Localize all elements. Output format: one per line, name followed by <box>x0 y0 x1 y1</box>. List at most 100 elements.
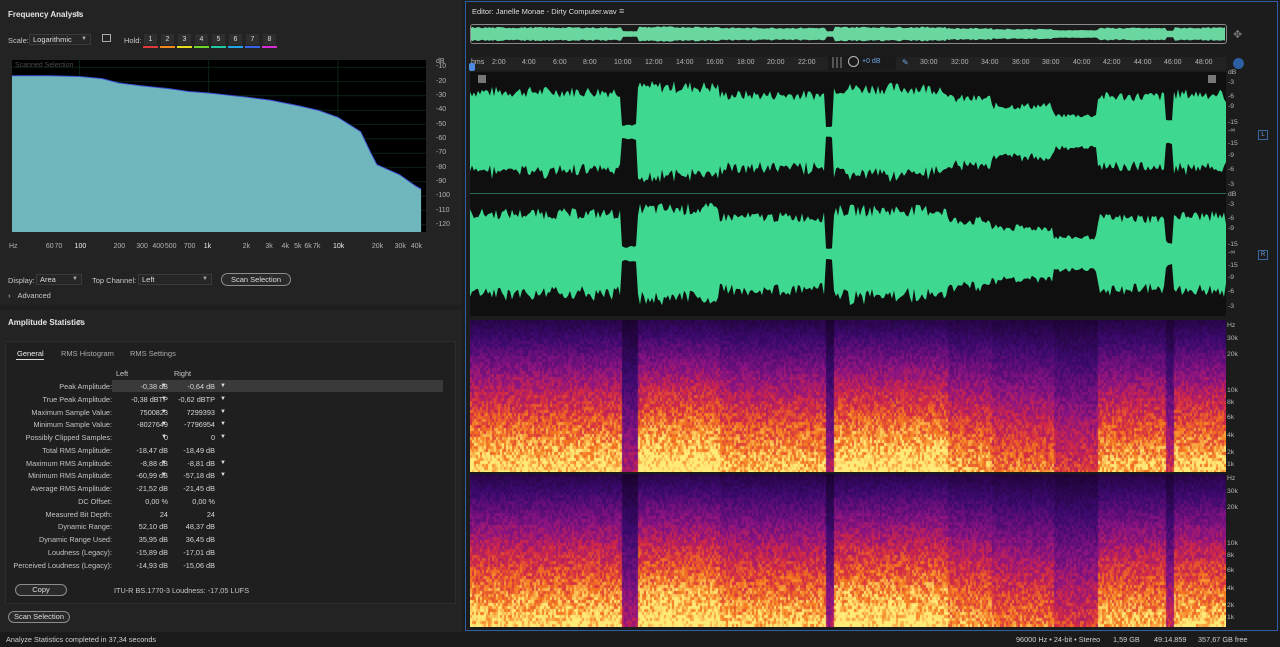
marker-icon[interactable]: ▼ <box>220 457 226 470</box>
tab-rms-settings[interactable]: RMS Settings <box>130 349 176 358</box>
hold-button-5[interactable]: 5 <box>212 34 225 45</box>
hold-button-6[interactable]: 6 <box>229 34 242 45</box>
headphones-icon[interactable] <box>1233 58 1244 69</box>
scale-value: Logarithmic <box>33 35 72 44</box>
panel-menu-icon[interactable]: ≡ <box>77 317 82 327</box>
marker-icon[interactable]: ▼ <box>161 418 167 431</box>
marker-icon[interactable]: ▼ <box>220 431 226 444</box>
ruler-tick: 48:00 <box>1195 59 1213 66</box>
channel-right-badge[interactable]: R <box>1258 250 1268 260</box>
stat-right-value: 0 <box>210 433 215 442</box>
hold-button-8[interactable]: 8 <box>263 34 276 45</box>
hz-tick: 20k <box>371 243 384 250</box>
stat-left-value: 0,00 % <box>145 496 168 506</box>
stat-left-value: -8027649 <box>137 420 168 430</box>
stat-right-value: 36,45 dB <box>185 535 215 544</box>
top-channel-value: Left <box>142 275 155 284</box>
fade-out-handle[interactable] <box>1208 75 1216 83</box>
scan-selection-button[interactable]: Scan Selection <box>221 273 291 286</box>
hold-color-bar <box>211 46 226 48</box>
stat-left-value: -60,99 dB <box>136 471 168 481</box>
waveform-view[interactable] <box>470 72 1226 316</box>
zoom-icon[interactable]: ✥ <box>1233 28 1242 41</box>
marker-icon[interactable]: ▼ <box>220 393 226 406</box>
hold-button-2[interactable]: 2 <box>161 34 174 45</box>
marker-icon[interactable]: ▼ <box>161 406 167 419</box>
stat-row: Perceived Loudness (Legacy): -14,93 dB -15… <box>10 559 444 572</box>
db-tick: -50 <box>436 120 447 128</box>
db-scale-label: -9 <box>1228 152 1235 159</box>
hold-button-4[interactable]: 4 <box>195 34 208 45</box>
hz-tick: 4k <box>281 243 289 250</box>
spectrum-plot: Scanned Selection <box>12 60 426 232</box>
marker-icon[interactable]: ▼ <box>220 380 226 393</box>
db-tick: -30 <box>436 91 447 99</box>
hold-button-7[interactable]: 7 <box>246 34 259 45</box>
hz-tick: 5k <box>294 243 302 250</box>
chevron-right-icon: › <box>8 291 11 300</box>
stat-label: DC Offset: <box>78 496 112 506</box>
marker-icon[interactable]: ▼ <box>161 393 167 406</box>
advanced-toggle[interactable]: › Advanced <box>8 291 51 300</box>
marker-icon[interactable]: ▼ <box>161 457 167 470</box>
hz-scale-label: 4k <box>1227 585 1235 592</box>
hold-color-bar <box>143 46 158 48</box>
ruler-tick: 4:00 <box>522 59 536 66</box>
db-scale-label: -3 <box>1228 181 1235 188</box>
marker-icon[interactable]: ▼ <box>220 406 226 419</box>
db-scale-label: -15 <box>1228 119 1238 126</box>
playhead-marker[interactable] <box>469 63 475 71</box>
ruler-tick: 22:00 <box>798 59 816 66</box>
spectral-view[interactable] <box>470 320 1226 627</box>
marker-icon[interactable]: ▼ <box>220 418 226 431</box>
hold-button-1[interactable]: 1 <box>144 34 157 45</box>
overview-strip[interactable] <box>470 24 1227 44</box>
hz-scale-label: 10k <box>1227 387 1238 394</box>
ruler-tick: 2:00 <box>492 59 506 66</box>
db-tick: -60 <box>436 134 447 142</box>
stat-label: Dynamic Range: <box>58 522 112 532</box>
spectrum-area <box>12 75 422 232</box>
status-bar: Analyze Statistics completed in 37,34 se… <box>0 632 1280 647</box>
marker-icon[interactable]: ▼ <box>161 431 167 444</box>
panel-menu-icon[interactable]: ≡ <box>75 9 80 19</box>
status-size: 1,59 GB <box>1113 635 1140 644</box>
stat-row: Dynamic Range Used: 35,95 dB 36,45 dB <box>10 533 444 546</box>
hz-scale-label: 30k <box>1227 335 1238 342</box>
hold-button-3[interactable]: 3 <box>178 34 191 45</box>
top-channel-dropdown[interactable]: Left ▼ <box>138 274 212 285</box>
hold-color-bar <box>262 46 277 48</box>
stat-right-value: -18,49 dB <box>183 445 215 455</box>
scale-dropdown[interactable]: Logarithmic ▼ <box>29 34 91 45</box>
marker-icon[interactable]: ▼ <box>161 380 167 393</box>
snapshot-icon[interactable] <box>102 34 111 42</box>
tab-general[interactable]: General <box>17 349 44 358</box>
spectrum-chart <box>12 60 426 232</box>
hud-gain: +0 dB <box>828 56 896 70</box>
display-dropdown[interactable]: Area ▼ <box>36 274 82 285</box>
stat-left-value: -0,38 dB <box>140 382 168 391</box>
db-scale-label: -6 <box>1228 215 1235 222</box>
hud-dial-icon[interactable] <box>848 56 859 67</box>
hz-scale-label: 8k <box>1227 552 1235 559</box>
db-scale-label: -∞ <box>1228 249 1236 256</box>
marker-icon[interactable]: ▼ <box>220 469 226 482</box>
pin-icon[interactable]: ✎ <box>902 58 909 67</box>
db-scale-label: -∞ <box>1228 127 1236 134</box>
stat-left-value: -8,88 dB <box>140 458 168 468</box>
hz-tick: 10k <box>332 243 345 250</box>
db-scale-label: -15 <box>1228 262 1238 269</box>
scan-selection-button[interactable]: Scan Selection <box>8 611 70 623</box>
channel-left-badge[interactable]: L <box>1258 130 1268 140</box>
gain-readout[interactable]: +0 dB <box>862 58 881 65</box>
plot-caption: Scanned Selection <box>15 62 74 69</box>
copy-button[interactable]: Copy <box>15 584 67 596</box>
marker-icon[interactable]: ▼ <box>161 469 167 482</box>
panel-menu-icon[interactable]: ≡ <box>619 6 624 16</box>
tab-rms-histogram[interactable]: RMS Histogram <box>61 349 114 358</box>
db-scale-label: -9 <box>1228 225 1235 232</box>
stat-label: Maximum RMS Amplitude: <box>26 458 112 468</box>
stat-label: Minimum Sample Value: <box>33 420 112 430</box>
fade-in-handle[interactable] <box>478 75 486 83</box>
stat-label: Maximum Sample Value: <box>31 407 112 417</box>
